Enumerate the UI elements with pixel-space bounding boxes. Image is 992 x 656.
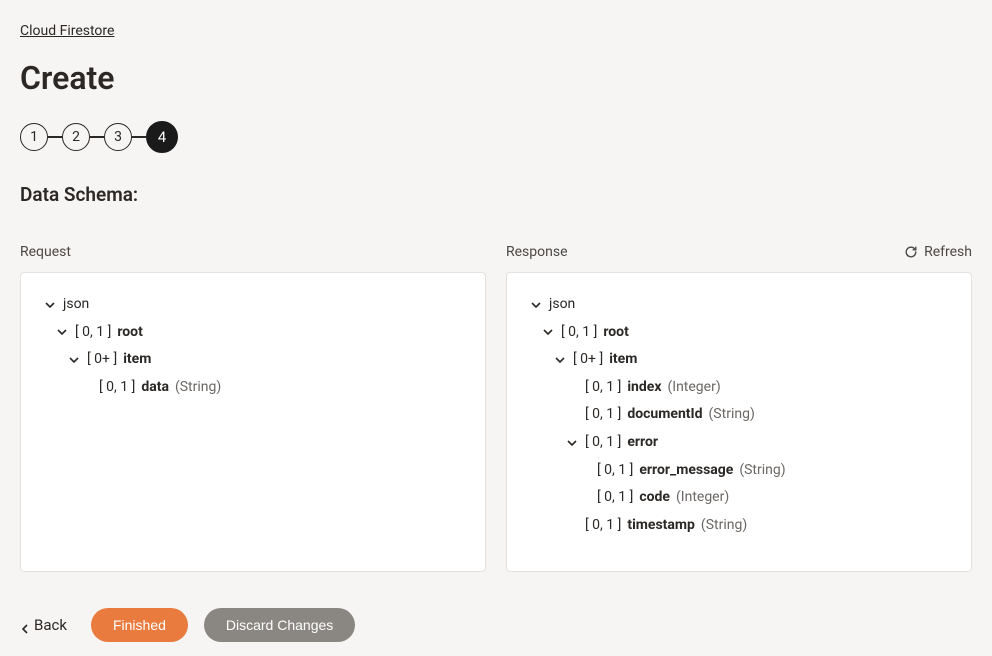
tree-node-json: json xyxy=(549,295,575,315)
tree-type: (Integer) xyxy=(667,378,720,398)
tree-cardinality: [ 0, 1 ] xyxy=(561,323,597,343)
tree-cardinality: [ 0+ ] xyxy=(573,350,603,370)
tree-node-error-message: error_message xyxy=(639,461,733,481)
chevron-down-icon[interactable] xyxy=(541,325,555,339)
tree-cardinality: [ 0, 1 ] xyxy=(75,323,111,343)
page-title: Create xyxy=(20,59,972,97)
tree-cardinality: [ 0, 1 ] xyxy=(585,378,621,398)
tree-type: (String) xyxy=(709,405,755,425)
tree-type: (String) xyxy=(175,378,221,398)
tree-node-documentid: documentId xyxy=(627,405,702,425)
response-panel: Response Refresh json xyxy=(506,242,972,572)
tree-cardinality: [ 0, 1 ] xyxy=(99,378,135,398)
step-connector xyxy=(132,136,146,138)
chevron-down-icon[interactable] xyxy=(67,353,81,367)
tree-cardinality: [ 0, 1 ] xyxy=(585,516,621,536)
finished-button[interactable]: Finished xyxy=(91,608,188,642)
tree-node-code: code xyxy=(639,488,670,508)
step-connector xyxy=(48,136,62,138)
footer-actions: Back Finished Discard Changes xyxy=(20,608,972,642)
request-panel: Request json [ 0, 1 ] root xyxy=(20,242,486,572)
discard-button[interactable]: Discard Changes xyxy=(204,608,355,642)
tree-node-json: json xyxy=(63,295,89,315)
tree-cardinality: [ 0, 1 ] xyxy=(597,488,633,508)
schema-container: Request json [ 0, 1 ] root xyxy=(20,242,972,572)
request-schema-box: json [ 0, 1 ] root [ 0+ ] item xyxy=(20,272,486,572)
tree-node-root: root xyxy=(117,323,142,343)
tree-cardinality: [ 0, 1 ] xyxy=(597,461,633,481)
tree-cardinality: [ 0, 1 ] xyxy=(585,433,621,453)
tree-type: (Integer) xyxy=(676,488,729,508)
refresh-label: Refresh xyxy=(924,244,972,260)
section-title: Data Schema: xyxy=(20,183,972,206)
chevron-down-icon[interactable] xyxy=(55,325,69,339)
response-label: Response xyxy=(506,244,568,260)
step-4[interactable]: 4 xyxy=(146,121,178,153)
tree-node-item: item xyxy=(123,350,151,370)
tree-cardinality: [ 0+ ] xyxy=(87,350,117,370)
tree-type: (String) xyxy=(701,516,747,536)
tree-node-data: data xyxy=(141,378,169,398)
step-2[interactable]: 2 xyxy=(62,123,90,151)
response-schema-box: json [ 0, 1 ] root [ 0+ ] item xyxy=(506,272,972,572)
tree-node-error: error xyxy=(627,433,658,453)
step-3[interactable]: 3 xyxy=(104,123,132,151)
request-label: Request xyxy=(20,244,71,260)
step-1[interactable]: 1 xyxy=(20,123,48,151)
chevron-down-icon[interactable] xyxy=(529,298,543,312)
refresh-button[interactable]: Refresh xyxy=(904,244,972,260)
tree-type: (String) xyxy=(739,461,785,481)
chevron-down-icon[interactable] xyxy=(43,298,57,312)
tree-node-timestamp: timestamp xyxy=(627,516,695,536)
tree-node-root: root xyxy=(603,323,628,343)
tree-node-index: index xyxy=(627,378,661,398)
back-button[interactable]: Back xyxy=(20,616,75,634)
refresh-icon xyxy=(904,245,918,259)
chevron-down-icon[interactable] xyxy=(553,353,567,367)
chevron-down-icon[interactable] xyxy=(565,436,579,450)
tree-cardinality: [ 0, 1 ] xyxy=(585,405,621,425)
back-label: Back xyxy=(34,616,67,634)
chevron-left-icon xyxy=(20,620,30,630)
tree-node-item: item xyxy=(609,350,637,370)
stepper: 1 2 3 4 xyxy=(20,121,972,153)
breadcrumb-link[interactable]: Cloud Firestore xyxy=(20,23,114,39)
step-connector xyxy=(90,136,104,138)
